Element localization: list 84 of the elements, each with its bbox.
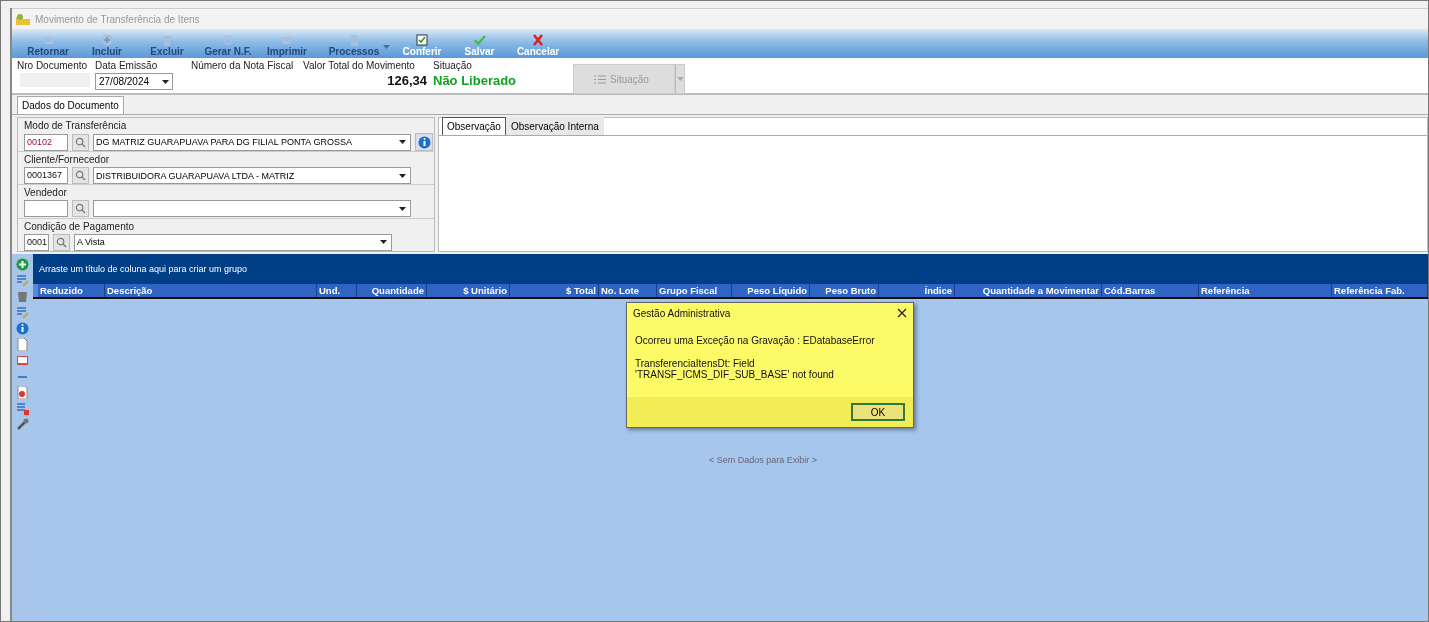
list-icon: [594, 74, 606, 84]
column-header[interactable]: Cód.Barras: [1102, 284, 1199, 297]
code-field[interactable]: 00102: [24, 133, 68, 151]
field-label: Número da Nota Fiscal: [191, 60, 295, 71]
select-field[interactable]: DISTRIBUIDORA GUARAPUAVA LTDA - MATRIZ: [93, 167, 411, 184]
total-value: 126,34: [387, 73, 427, 88]
tab[interactable]: Observação: [442, 117, 506, 135]
empty-message: < Sem Dados para Exibir >: [708, 455, 818, 465]
ok-button[interactable]: OK: [851, 403, 905, 421]
column-header[interactable]: Índice: [879, 284, 955, 297]
column-header[interactable]: $ Unitário: [427, 284, 510, 297]
dropdown-arrow-icon: [676, 77, 684, 81]
search-button[interactable]: [72, 133, 89, 151]
field-label: Nro Documento: [17, 60, 89, 71]
dialog-title: Gestão Administrativa: [633, 307, 731, 319]
info-icon: [417, 135, 431, 149]
info-button[interactable]: [415, 133, 433, 151]
field-label: Valor Total do Movimento: [303, 60, 416, 71]
search-icon: [56, 236, 67, 248]
field-label: Condição de Pagamento: [24, 220, 136, 232]
tab[interactable]: Observação Interna: [505, 117, 604, 135]
column-header[interactable]: Reduzido: [38, 284, 105, 297]
folder-key-icon: [15, 12, 31, 26]
checkbox-icon: [415, 34, 429, 46]
column-header[interactable]: Quantidade: [357, 284, 427, 297]
search-icon: [75, 203, 86, 215]
select-field[interactable]: [93, 200, 411, 218]
plus-icon: [100, 34, 114, 46]
dropdown-arrow-icon: [399, 140, 406, 144]
return-icon: [41, 34, 55, 46]
dropdown-button[interactable]: [675, 64, 685, 94]
search-button[interactable]: [72, 167, 89, 184]
column-header[interactable]: Descrição: [105, 284, 317, 297]
search-button[interactable]: [72, 200, 89, 218]
dropdown-arrow-icon: [399, 206, 406, 211]
status-value: Não Liberado: [433, 73, 518, 88]
document-icon[interactable]: [16, 338, 29, 351]
book-icon[interactable]: [16, 354, 29, 367]
code-field[interactable]: [24, 200, 68, 218]
dropdown-arrow-icon: [399, 173, 406, 178]
edit-icon[interactable]: [16, 274, 29, 287]
field-label: Modo de Transferência: [24, 120, 128, 131]
date-field[interactable]: 27/08/2024: [95, 73, 173, 90]
window-title: Movimento de Transferência de Itens: [35, 13, 200, 25]
group-panel: Arraste um título de coluna aqui para criar um grupo: [33, 254, 1428, 284]
add-icon[interactable]: [16, 258, 29, 271]
info-icon[interactable]: [16, 322, 29, 335]
field-label: Vendedor: [24, 187, 68, 199]
error-message: Ocorreu uma Exceção na Gravação : EDatabaseError: [635, 335, 876, 346]
column-header[interactable]: Referência Fab.: [1332, 284, 1428, 297]
column-header[interactable]: $ Total: [510, 284, 599, 297]
tab[interactable]: Dados do Documento: [17, 96, 124, 114]
field-label: Situação: [433, 60, 473, 71]
close-icon[interactable]: [897, 308, 907, 318]
checkmark-icon: [472, 34, 487, 46]
trash-icon: [160, 34, 174, 46]
column-header[interactable]: Quantidade a Movimentar: [955, 284, 1102, 297]
column-header[interactable]: Peso Bruto: [810, 284, 879, 297]
select-field[interactable]: DG MATRIZ GUARAPUAVA PARA DG FILIAL PONTA GROSSA: [93, 133, 411, 151]
edit-icon[interactable]: [16, 306, 29, 319]
column-header[interactable]: No. Lote: [599, 284, 657, 297]
gear-icon: [221, 34, 235, 46]
wrench-icon[interactable]: [16, 418, 29, 431]
dropdown-arrow-icon: [162, 79, 169, 84]
column-header[interactable]: Peso Líquido: [732, 284, 810, 297]
close-icon: [531, 34, 545, 46]
code-field[interactable]: 0001367: [24, 167, 68, 184]
search-icon: [75, 136, 86, 148]
column-header[interactable]: Grupo Fiscal: [657, 284, 732, 297]
search-icon: [75, 170, 86, 181]
column-grip[interactable]: [33, 284, 38, 297]
column-header[interactable]: Referência: [1199, 284, 1332, 297]
error-detail: TransferenciaItensDt: Field 'TRANSF_ICMS_DIF_SUB_BASE' not found: [635, 358, 835, 380]
column-header[interactable]: Und.: [317, 284, 357, 297]
pdf-icon[interactable]: [16, 386, 29, 399]
search-button[interactable]: [53, 233, 70, 251]
field-label: Cliente/Fornecedor: [24, 154, 111, 165]
field-label: Data Emissão: [95, 60, 159, 71]
printer-icon: [280, 34, 294, 46]
table-icon[interactable]: [16, 402, 29, 415]
code-field[interactable]: 0001: [24, 233, 49, 251]
select-field[interactable]: A Vista: [74, 233, 392, 251]
dropdown-arrow-icon: [380, 240, 387, 245]
trash-icon[interactable]: [16, 290, 29, 303]
